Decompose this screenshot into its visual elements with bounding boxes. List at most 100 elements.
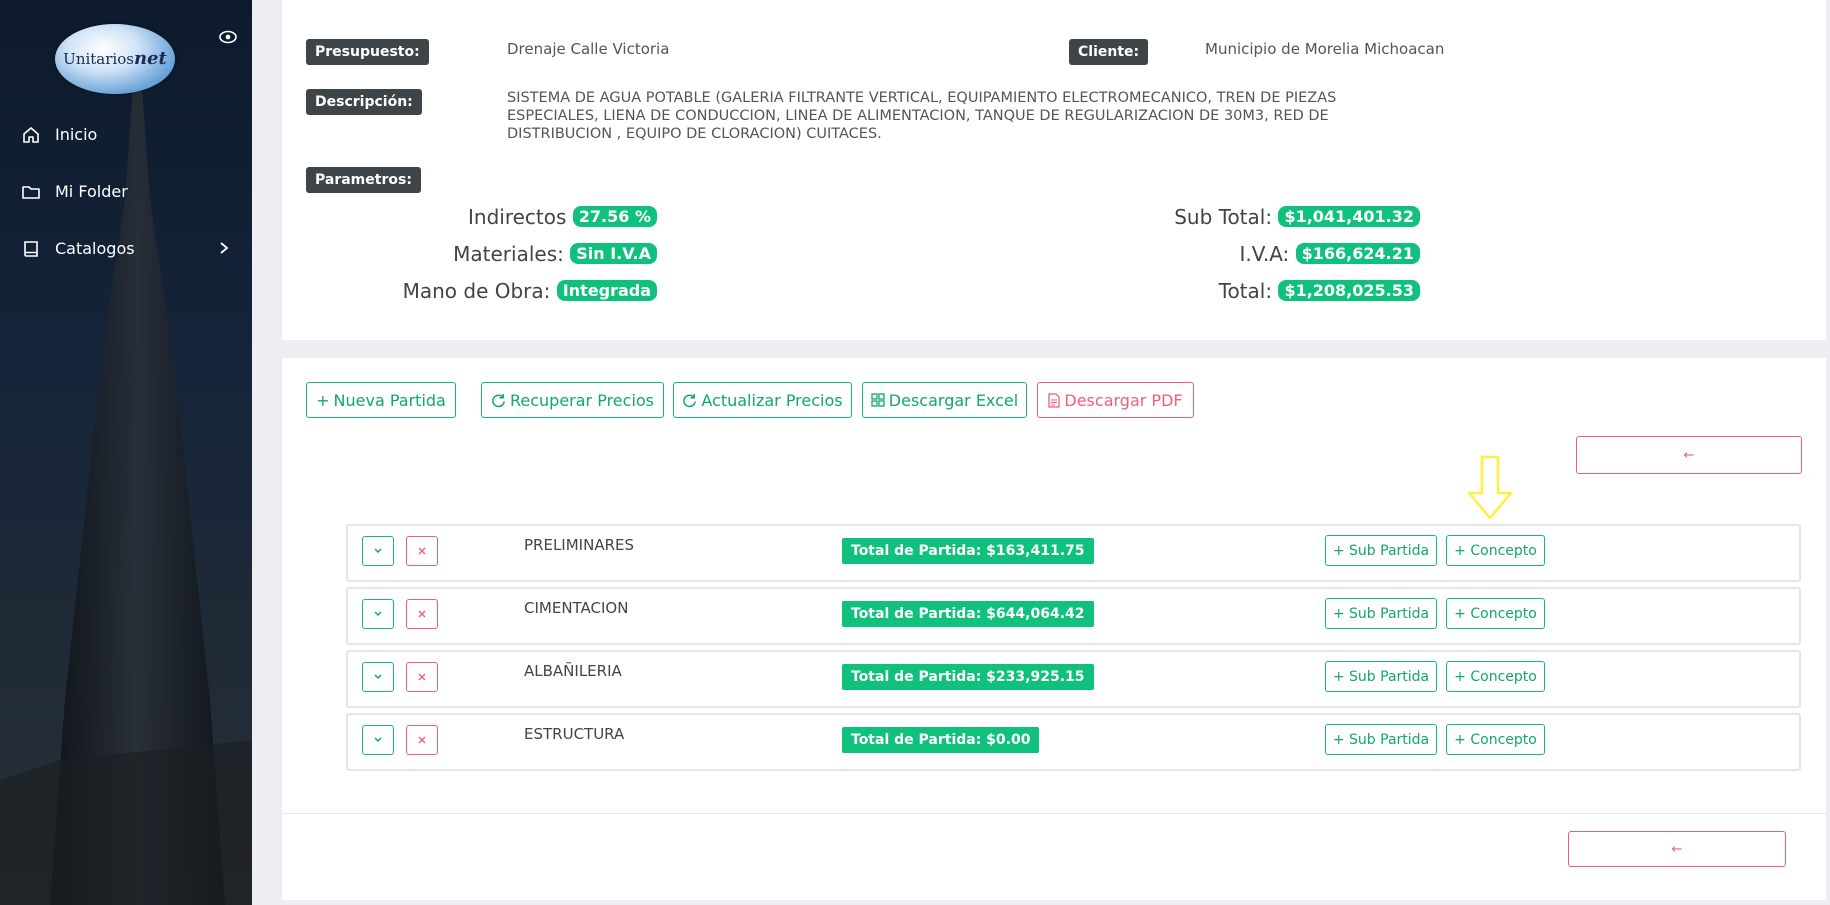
param-sub-total: Sub Total: $1,041,401.32	[1174, 205, 1420, 229]
partida-total-badge: Total de Partida: $644,064.42	[842, 601, 1094, 627]
arrow-left-icon: ←	[1683, 447, 1695, 463]
expand-button[interactable]	[362, 662, 394, 692]
param-mano-de-obra: Mano de Obra: Integrada	[403, 279, 657, 303]
param-materiales: Materiales: Sin I.V.A	[453, 242, 657, 266]
presupuesto-value: Drenaje Calle Victoria	[507, 40, 670, 58]
partida-row: ALBAÑILERIA Total de Partida: $233,925.1…	[346, 650, 1801, 708]
button-label: Nueva Partida	[333, 390, 446, 410]
param-badge: $1,041,401.32	[1278, 206, 1420, 227]
chevron-down-icon	[374, 548, 382, 554]
expand-button[interactable]	[362, 536, 394, 566]
partida-name: ESTRUCTURA	[524, 725, 625, 743]
plus-icon: +	[316, 390, 330, 410]
sidebar-item-catalogos[interactable]: Catalogos	[0, 220, 252, 277]
partida-total-badge: Total de Partida: $0.00	[842, 727, 1040, 753]
cliente-label: Cliente:	[1069, 39, 1149, 65]
param-iva: I.V.A: $166,624.21	[1239, 242, 1420, 266]
arrow-left-icon: ←	[1671, 841, 1683, 857]
partida-name: CIMENTACION	[524, 599, 629, 617]
expand-button[interactable]	[362, 599, 394, 629]
expand-button[interactable]	[362, 725, 394, 755]
descargar-pdf-button[interactable]: Descargar PDF	[1037, 382, 1194, 418]
actualizar-precios-button[interactable]: Actualizar Precios	[673, 382, 852, 418]
sidebar-item-inicio[interactable]: Inicio	[0, 106, 252, 163]
eye-icon[interactable]	[219, 30, 237, 44]
budget-info-card: Presupuesto: Drenaje Calle Victoria Clie…	[282, 0, 1826, 340]
delete-button[interactable]	[406, 536, 438, 566]
descargar-excel-button[interactable]: Descargar Excel	[862, 382, 1027, 418]
chevron-down-icon	[374, 737, 382, 743]
chevron-down-icon	[374, 674, 382, 680]
button-label: Actualizar Precios	[701, 390, 843, 410]
chevron-down-icon	[374, 611, 382, 617]
logo-text: Unitarios	[63, 50, 134, 68]
partidas-card: + Nueva Partida Recuperar Precios Actual…	[282, 358, 1826, 900]
close-icon	[418, 610, 426, 618]
file-icon	[1048, 392, 1061, 408]
descripcion-label: Descripción:	[306, 89, 422, 115]
button-label: Recuperar Precios	[509, 390, 655, 410]
partida-name: ALBAÑILERIA	[524, 662, 622, 680]
sub-partida-button[interactable]: + Sub Partida	[1325, 661, 1437, 692]
param-badge: $1,208,025.53	[1278, 280, 1420, 301]
cliente-value: Municipio de Morelia Michoacan	[1205, 40, 1445, 58]
partida-name: PRELIMINARES	[524, 536, 634, 554]
chevron-right-icon	[220, 242, 229, 254]
param-label: Mano de Obra:	[402, 279, 551, 303]
card-divider	[282, 813, 1826, 814]
back-button-bottom[interactable]: ←	[1568, 831, 1786, 867]
sub-partida-button[interactable]: + Sub Partida	[1325, 598, 1437, 629]
delete-button[interactable]	[406, 662, 438, 692]
home-icon	[21, 125, 41, 145]
sidebar-item-mi-folder[interactable]: Mi Folder	[0, 163, 252, 220]
close-icon	[418, 673, 426, 681]
partida-total-badge: Total de Partida: $233,925.15	[842, 664, 1094, 690]
close-icon	[418, 547, 426, 555]
sidebar-item-label: Inicio	[55, 125, 98, 144]
sidebar-nav: Inicio Mi Folder Catalogos	[0, 106, 252, 277]
app-logo[interactable]: Unitariosnet	[55, 24, 175, 94]
param-badge: 27.56 %	[572, 206, 657, 227]
book-icon	[21, 239, 41, 259]
param-badge: $166,624.21	[1295, 243, 1420, 264]
sidebar-item-label: Mi Folder	[55, 182, 128, 201]
param-total: Total: $1,208,025.53	[1219, 279, 1420, 303]
delete-button[interactable]	[406, 599, 438, 629]
concepto-button[interactable]: + Concepto	[1446, 724, 1545, 755]
back-button-top[interactable]: ←	[1576, 436, 1802, 474]
logo-suffix: net	[133, 48, 167, 69]
delete-button[interactable]	[406, 725, 438, 755]
partida-row: CIMENTACION Total de Partida: $644,064.4…	[346, 587, 1801, 645]
param-badge: Sin I.V.A	[570, 243, 657, 264]
close-icon	[418, 736, 426, 744]
concepto-button[interactable]: + Concepto	[1446, 535, 1545, 566]
folder-icon	[21, 182, 41, 202]
partida-row: ESTRUCTURA Total de Partida: $0.00 + Sub…	[346, 713, 1801, 771]
param-badge: Integrada	[556, 280, 657, 301]
partida-row: PRELIMINARES Total de Partida: $163,411.…	[346, 524, 1801, 582]
sub-partida-button[interactable]: + Sub Partida	[1325, 724, 1437, 755]
concepto-button[interactable]: + Concepto	[1446, 598, 1545, 629]
param-indirectos: Indirectos 27.56 %	[468, 205, 657, 229]
param-label: Materiales:	[453, 242, 564, 266]
sub-partida-button[interactable]: + Sub Partida	[1325, 535, 1437, 566]
sidebar-item-label: Catalogos	[55, 239, 135, 258]
button-label: Descargar Excel	[888, 390, 1019, 410]
descripcion-value: SISTEMA DE AGUA POTABLE (GALERIA FILTRAN…	[507, 90, 1337, 142]
grid-icon	[871, 393, 885, 407]
presupuesto-label: Presupuesto:	[306, 39, 429, 65]
concepto-button[interactable]: + Concepto	[1446, 661, 1545, 692]
annotation-down-arrow	[1467, 455, 1513, 520]
button-label: Descargar PDF	[1064, 390, 1183, 410]
nueva-partida-button[interactable]: + Nueva Partida	[306, 382, 456, 418]
refresh-icon	[492, 393, 505, 407]
parametros-label: Parametros:	[306, 167, 421, 193]
param-label: Sub Total:	[1174, 205, 1273, 229]
param-label: Indirectos	[468, 205, 567, 229]
partida-total-badge: Total de Partida: $163,411.75	[842, 538, 1094, 564]
refresh-icon	[683, 393, 697, 407]
recuperar-precios-button[interactable]: Recuperar Precios	[481, 382, 664, 418]
param-label: I.V.A:	[1239, 242, 1290, 266]
param-label: Total:	[1218, 279, 1273, 303]
sidebar: Unitariosnet Inicio Mi Folder Catalogos	[0, 0, 252, 905]
